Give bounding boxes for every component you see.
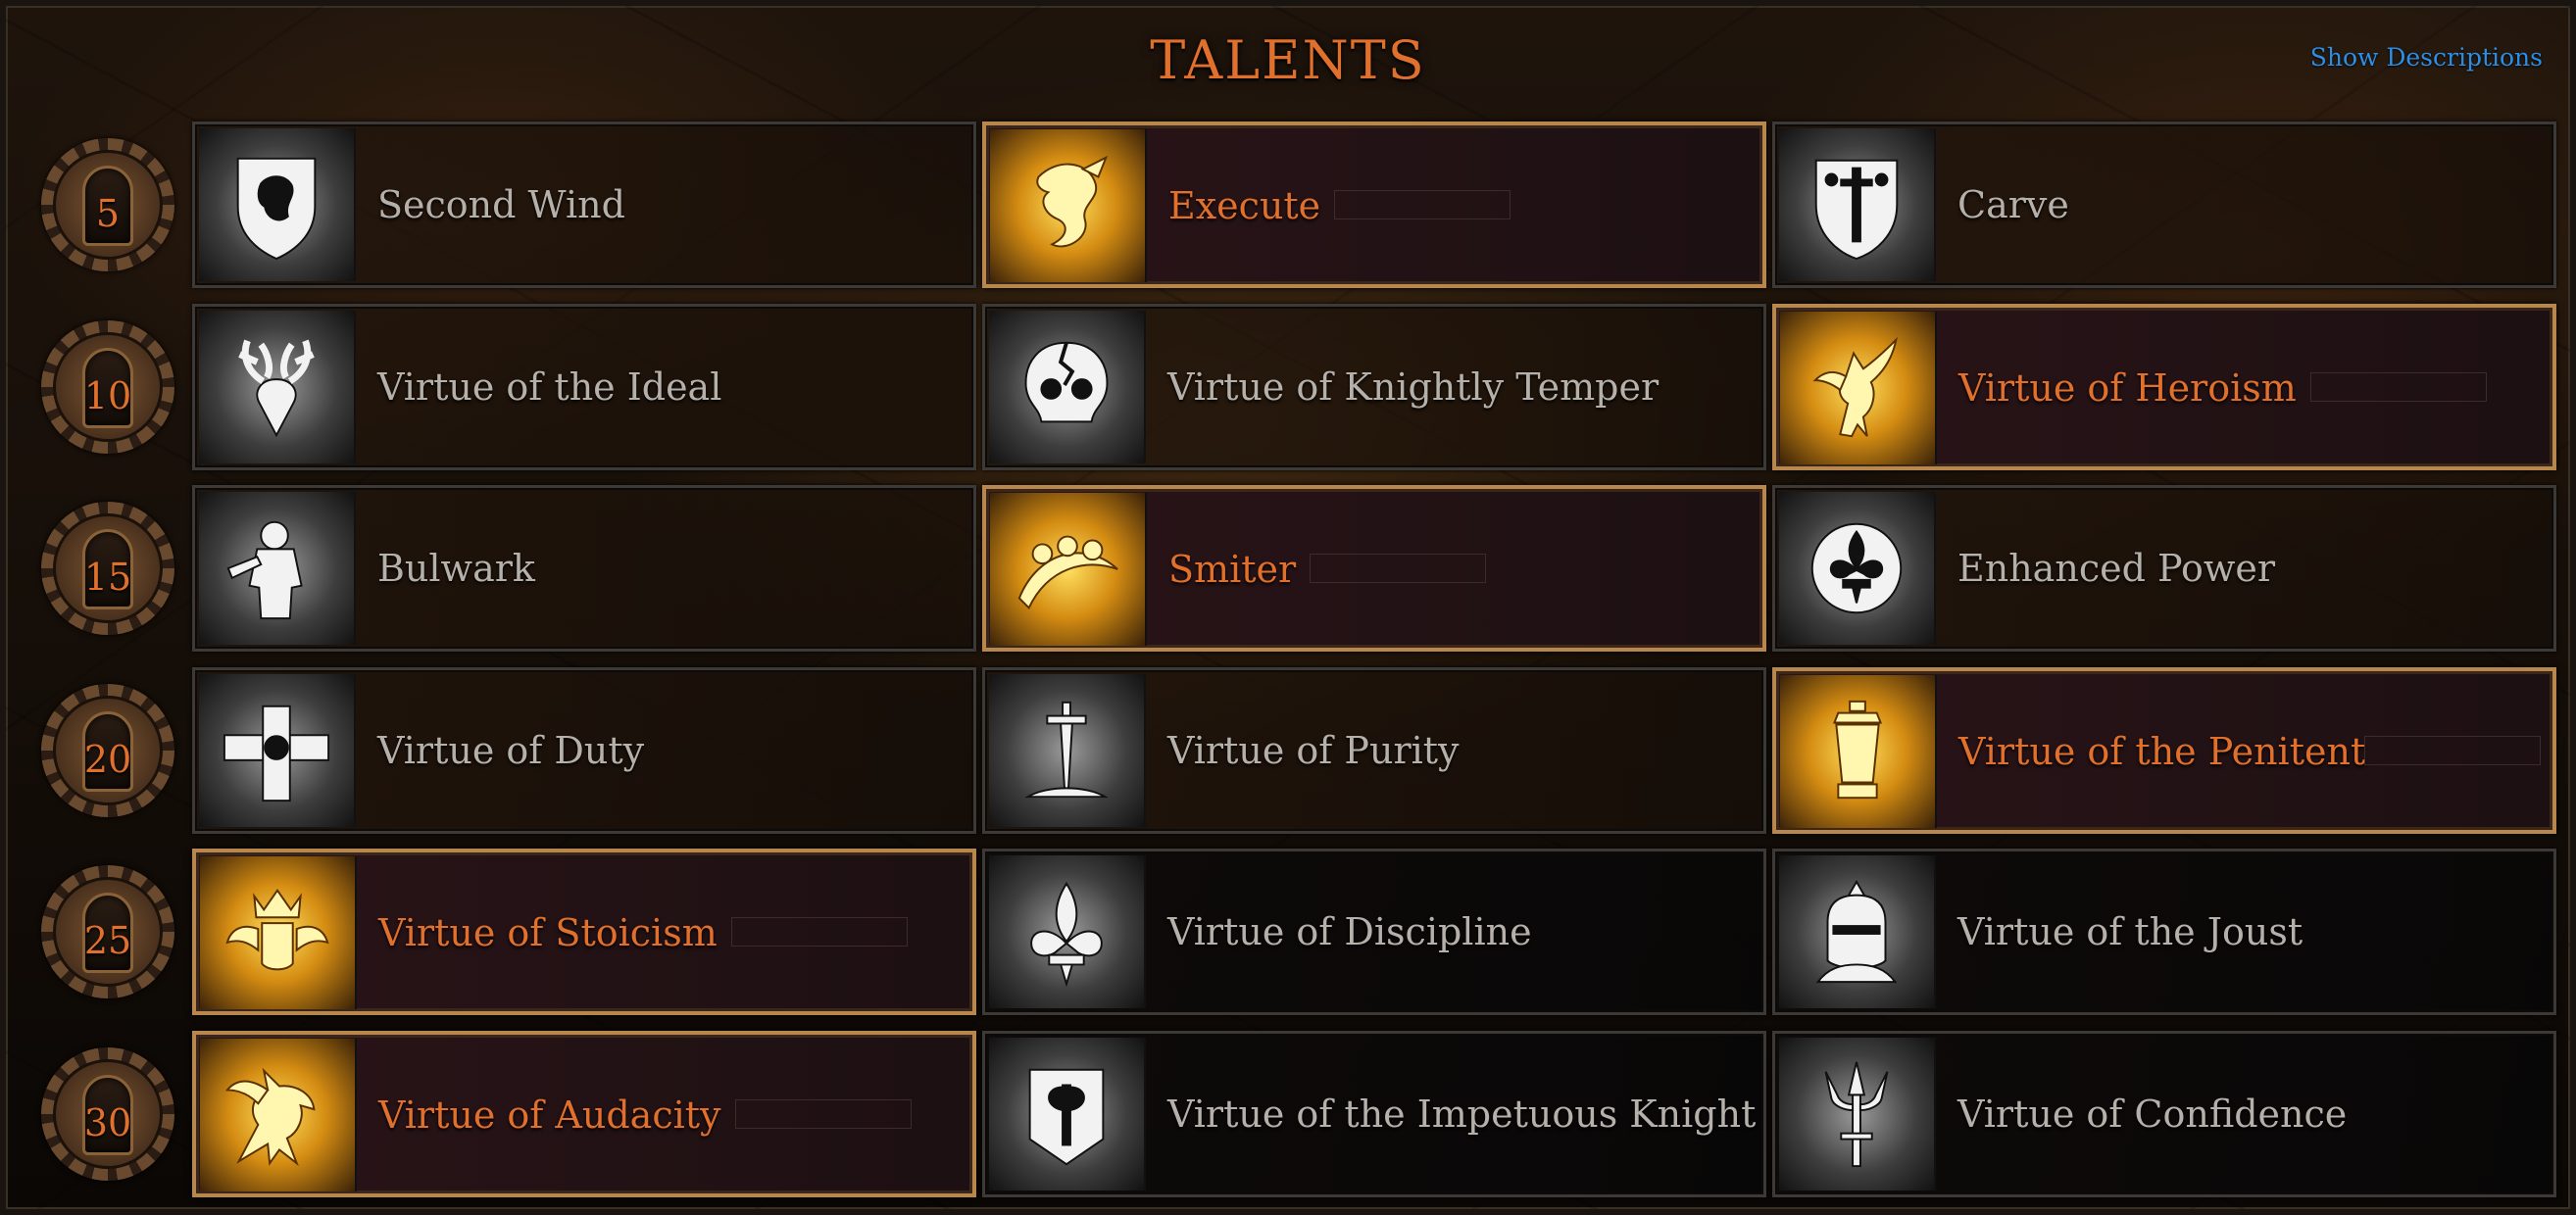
talent-card[interactable]: Virtue of Stoicism	[192, 849, 976, 1015]
level-badge: 5	[41, 138, 174, 271]
dragon-icon	[990, 129, 1147, 282]
lantern-icon	[1780, 675, 1937, 828]
talent-card[interactable]: Virtue of the Joust	[1772, 849, 2556, 1015]
talent-row: Second Wind Execute Carve	[192, 122, 2560, 288]
stag-head-icon	[199, 311, 356, 463]
talent-card[interactable]: Virtue of the Ideal	[192, 304, 976, 470]
selection-highlight-frame	[2309, 372, 2487, 402]
talent-name: Virtue of Confidence	[1957, 1093, 2348, 1136]
talent-card[interactable]: Virtue of Heroism	[1772, 304, 2556, 470]
talent-name: Virtue of the Ideal	[377, 365, 722, 409]
selection-highlight-frame	[2364, 736, 2541, 765]
banner-cross-icon	[199, 674, 356, 827]
talent-card[interactable]: Virtue of Discipline	[982, 849, 1766, 1015]
level-number: 30	[83, 1101, 132, 1144]
talent-name: Virtue of Discipline	[1167, 910, 1532, 953]
level-number: 15	[83, 556, 132, 599]
level-badge: 25	[41, 865, 174, 998]
pegasus-icon	[1780, 312, 1937, 464]
level-number: 10	[83, 374, 132, 417]
selection-highlight-frame	[730, 917, 908, 947]
knight-helmet-icon	[1779, 855, 1936, 1008]
talent-name: Carve	[1957, 183, 2069, 226]
fleur-de-lis-orb-icon	[1779, 492, 1936, 645]
talent-name: Virtue of the Joust	[1957, 910, 2304, 953]
talent-name: Virtue of Duty	[377, 729, 645, 772]
level-number: 5	[95, 192, 121, 235]
trident-icon	[1779, 1038, 1936, 1191]
talent-row: Virtue of Audacity Virtue of the Impetuou…	[192, 1031, 2560, 1197]
show-descriptions-link[interactable]: Show Descriptions	[2310, 43, 2543, 72]
level-number: 25	[83, 919, 132, 962]
talent-name: Execute	[1168, 184, 1321, 227]
talent-card[interactable]: Virtue of Duty	[192, 667, 976, 834]
fleur-de-lis-icon	[989, 855, 1146, 1008]
talent-name: Virtue of Knightly Temper	[1167, 365, 1660, 409]
selection-highlight-frame	[734, 1099, 912, 1129]
level-badge: 20	[41, 684, 174, 817]
talent-name: Virtue of Purity	[1167, 729, 1460, 772]
knight-silhouette-icon	[199, 492, 356, 645]
talent-card[interactable]: Smiter	[982, 485, 1766, 652]
talent-card[interactable]: Second Wind	[192, 122, 976, 288]
axe-banner-icon	[989, 1038, 1146, 1191]
sword-shield-icon	[1779, 128, 1936, 281]
sweep-strike-icon	[990, 493, 1147, 646]
level-badge: 30	[41, 1047, 174, 1181]
talent-name: Virtue of Heroism	[1958, 366, 2297, 410]
talent-card[interactable]: Virtue of the Impetuous Knight	[982, 1031, 1766, 1197]
talents-screen: TALENTS Show Descriptions 5 Second Wind Ex…	[0, 0, 2576, 1215]
talent-card[interactable]: Virtue of Audacity	[192, 1031, 976, 1197]
talent-row: Virtue of Duty Virtue of Purity Virtue of …	[192, 667, 2560, 834]
talent-name: Second Wind	[377, 183, 625, 226]
sword-in-light-icon	[989, 674, 1146, 827]
talent-name: Virtue of Stoicism	[378, 911, 718, 954]
talent-row: Virtue of Stoicism Virtue of Discipline Vi…	[192, 849, 2560, 1015]
rearing-dragon-icon	[200, 1039, 357, 1191]
talent-card[interactable]: Virtue of Purity	[982, 667, 1766, 834]
talent-name: Enhanced Power	[1957, 547, 2276, 590]
level-badge: 10	[41, 320, 174, 454]
talent-name: Virtue of Audacity	[378, 1094, 721, 1137]
talent-card[interactable]: Virtue of Knightly Temper	[982, 304, 1766, 470]
talent-card[interactable]: Enhanced Power	[1772, 485, 2556, 652]
talent-card[interactable]: Bulwark	[192, 485, 976, 652]
cracked-skull-icon	[989, 311, 1146, 463]
level-number: 20	[83, 738, 132, 781]
winged-crown-icon	[200, 856, 357, 1009]
talent-card[interactable]: Execute	[982, 122, 1766, 288]
talent-name: Virtue of the Penitent	[1958, 730, 2366, 773]
talent-card[interactable]: Virtue of Confidence	[1772, 1031, 2556, 1197]
talent-name: Bulwark	[377, 547, 535, 590]
talent-name: Smiter	[1168, 548, 1297, 591]
talent-card[interactable]: Carve	[1772, 122, 2556, 288]
selection-highlight-frame	[1334, 190, 1511, 219]
talent-card[interactable]: Virtue of the Penitent	[1772, 667, 2556, 834]
selection-highlight-frame	[1310, 554, 1487, 583]
talent-row: Virtue of the Ideal Virtue of Knightly Te…	[192, 304, 2560, 470]
talent-name: Virtue of the Impetuous Knight	[1167, 1093, 1757, 1136]
lion-shield-icon	[199, 128, 356, 281]
page-title: TALENTS	[1150, 29, 1426, 91]
talent-row: Bulwark Smiter Enhanced Power	[192, 485, 2560, 652]
level-badge: 15	[41, 502, 174, 635]
